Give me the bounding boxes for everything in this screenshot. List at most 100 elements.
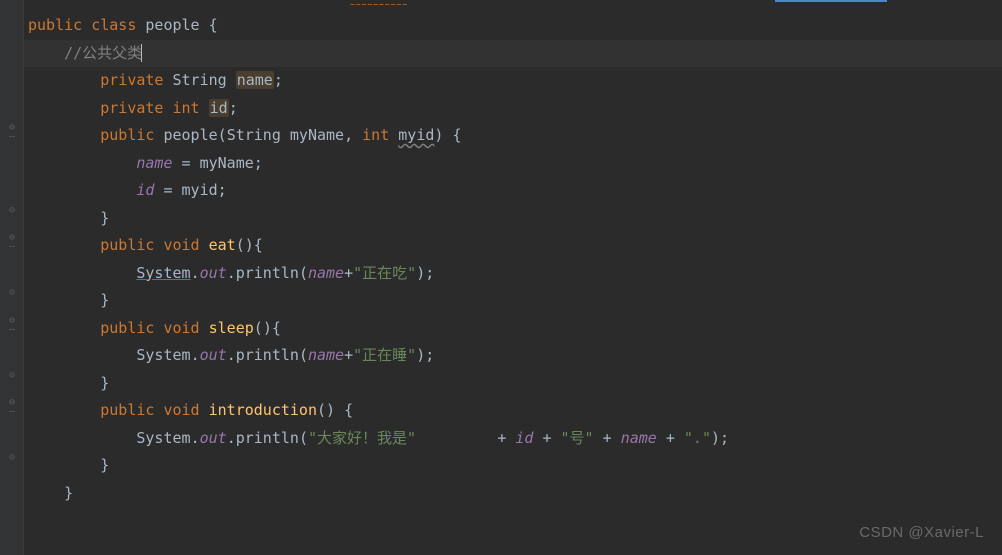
token: =	[182, 154, 191, 172]
token: {	[344, 401, 353, 419]
token	[163, 71, 172, 89]
code-line[interactable]: id = myid;	[24, 177, 1002, 205]
token: id	[209, 99, 229, 117]
token: void	[163, 319, 199, 337]
token	[335, 401, 344, 419]
token: )	[263, 319, 272, 337]
token	[612, 429, 621, 447]
token	[200, 99, 209, 117]
code-editor[interactable]: public class people { //公共父类 private Str…	[24, 0, 1002, 555]
token	[200, 16, 209, 34]
token: public	[100, 319, 154, 337]
fold-icon[interactable]: ⊝	[6, 370, 18, 382]
token: public	[100, 126, 154, 144]
token: "正在吃"	[353, 264, 416, 282]
token: +	[344, 264, 353, 282]
fold-icon[interactable]: —	[6, 131, 18, 143]
token: name	[136, 154, 172, 172]
code-line[interactable]: //公共父类	[24, 40, 1002, 68]
token: .	[227, 346, 236, 364]
token: (	[299, 264, 308, 282]
code-line[interactable]: public void sleep(){	[24, 315, 1002, 343]
token: String	[173, 71, 227, 89]
token: +	[344, 346, 353, 364]
token: {	[272, 319, 281, 337]
token: System	[136, 346, 190, 364]
code-line[interactable]: }	[24, 370, 1002, 398]
gutter: ⊖—⊝⊖—⊝⊖—⊝⊖—⊝	[0, 0, 24, 555]
code-line[interactable]: name = myName;	[24, 150, 1002, 178]
token	[552, 429, 561, 447]
token: .	[191, 429, 200, 447]
code-line[interactable]: public void introduction() {	[24, 397, 1002, 425]
token: .	[191, 264, 200, 282]
code-line[interactable]: private String name;	[24, 67, 1002, 95]
token	[173, 154, 182, 172]
watermark: CSDN @Xavier-L	[859, 524, 984, 541]
token: ;	[425, 264, 434, 282]
token: people	[145, 16, 199, 34]
token	[416, 429, 497, 447]
token: {	[209, 16, 218, 34]
token: +	[542, 429, 551, 447]
token	[657, 429, 666, 447]
code-line[interactable]: public people(String myName, int myid) {	[24, 122, 1002, 150]
fold-icon[interactable]: —	[6, 241, 18, 253]
token: id	[515, 429, 533, 447]
token: myid	[398, 126, 434, 144]
token: }	[100, 456, 109, 474]
token: String	[227, 126, 281, 144]
code-line[interactable]: public class people {	[24, 12, 1002, 40]
token: }	[64, 484, 73, 502]
token: name	[236, 71, 274, 89]
token: (	[299, 429, 308, 447]
code-line[interactable]: }	[24, 205, 1002, 233]
code-line[interactable]: }	[24, 452, 1002, 480]
token: ;	[254, 154, 263, 172]
token: sleep	[209, 319, 254, 337]
token: ;	[229, 99, 238, 117]
token: people	[163, 126, 217, 144]
token: ;	[720, 429, 729, 447]
token: myName	[200, 154, 254, 172]
code-line[interactable]: private int id;	[24, 95, 1002, 123]
token: .	[227, 264, 236, 282]
code-line[interactable]: System.out.println(name+"正在吃");	[24, 260, 1002, 288]
token	[200, 401, 209, 419]
token: .	[191, 346, 200, 364]
token: public	[28, 16, 82, 34]
token: (	[254, 319, 263, 337]
fold-icon[interactable]: ⊝	[6, 452, 18, 464]
token: {	[452, 126, 461, 144]
token: ;	[425, 346, 434, 364]
token: int	[362, 126, 389, 144]
token	[200, 319, 209, 337]
token: id	[136, 181, 154, 199]
code-line[interactable]: }	[24, 480, 1002, 508]
fold-icon[interactable]: —	[6, 406, 18, 418]
token: println	[236, 429, 299, 447]
code-line[interactable]: System.out.println(name+"正在睡");	[24, 342, 1002, 370]
token: name	[308, 346, 344, 364]
code-line[interactable]: System.out.println("大家好！我是" + id + "号" +…	[24, 425, 1002, 453]
token	[281, 126, 290, 144]
fold-icon[interactable]: ⊝	[6, 287, 18, 299]
code-line[interactable]: public void eat(){	[24, 232, 1002, 260]
code-line[interactable]: }	[24, 287, 1002, 315]
token: out	[200, 346, 227, 364]
token: "."	[684, 429, 711, 447]
token	[594, 429, 603, 447]
token: "正在睡"	[353, 346, 416, 364]
token: ,	[344, 126, 353, 144]
token	[82, 16, 91, 34]
token: "号"	[561, 429, 594, 447]
token: void	[163, 236, 199, 254]
token: )	[416, 264, 425, 282]
fold-icon[interactable]: —	[6, 324, 18, 336]
token: (	[299, 346, 308, 364]
fold-icon[interactable]: ⊝	[6, 205, 18, 217]
token: private	[100, 99, 163, 117]
token: (	[317, 401, 326, 419]
token	[389, 126, 398, 144]
token	[675, 429, 684, 447]
